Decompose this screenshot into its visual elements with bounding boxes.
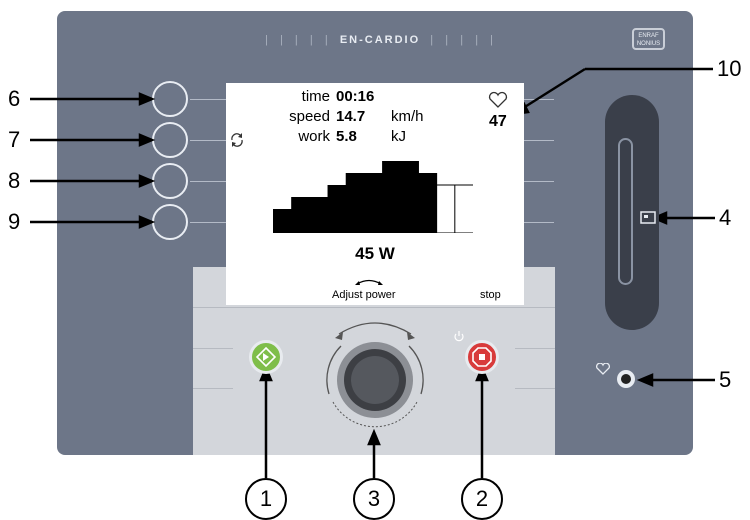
reading-row-speed: speed 14.7 km/h <box>289 108 424 125</box>
profile-bar <box>273 209 292 233</box>
adjust-arc-icon <box>355 279 383 285</box>
reading-row-time: time 00:16 <box>301 88 375 105</box>
adjust-power-label: Adjust power <box>332 289 396 301</box>
start-button[interactable] <box>249 340 283 374</box>
refresh-icon <box>231 133 243 147</box>
hr-sensor-jack[interactable] <box>617 370 635 388</box>
callout-3: 3 <box>353 478 395 520</box>
profile-bar <box>345 173 365 233</box>
card-slot-opening <box>618 138 633 285</box>
power-value: 45 W <box>355 244 395 263</box>
profile-bar <box>309 197 329 233</box>
profile-bar <box>454 184 473 233</box>
profile-bar <box>327 185 347 233</box>
stop-label: stop <box>480 289 501 301</box>
stop-button[interactable] <box>465 340 499 374</box>
card-icon <box>640 211 656 224</box>
jack-hole <box>621 374 631 384</box>
profile-bar <box>436 184 456 233</box>
heart-icon <box>488 91 508 108</box>
profile-bar <box>400 161 419 233</box>
display-screen: time 00:16 speed 14.7 km/h work 5.8 kJ 47 45 … <box>226 83 524 305</box>
callout-4: 4 <box>719 205 732 230</box>
reading-row-work: work 5.8 kJ <box>298 128 406 145</box>
profile-bar <box>363 173 383 233</box>
start-icon <box>255 346 277 368</box>
callout-10: 10 <box>717 56 742 81</box>
power-icon <box>454 331 464 342</box>
profile-bar <box>382 161 401 233</box>
callout-5: 5 <box>719 367 732 392</box>
profile-bar <box>291 197 310 233</box>
profile-bar <box>418 173 438 233</box>
callout-2: 2 <box>461 478 503 520</box>
heart-icon <box>596 363 610 375</box>
callout-1: 1 <box>245 478 287 520</box>
heart-rate-value: 47 <box>489 113 507 130</box>
rotary-knob[interactable] <box>315 320 435 440</box>
stop-icon <box>472 347 492 367</box>
readings: time 00:16 speed 14.7 km/h work 5.8 kJ <box>270 87 441 147</box>
workload-profile <box>273 161 473 233</box>
